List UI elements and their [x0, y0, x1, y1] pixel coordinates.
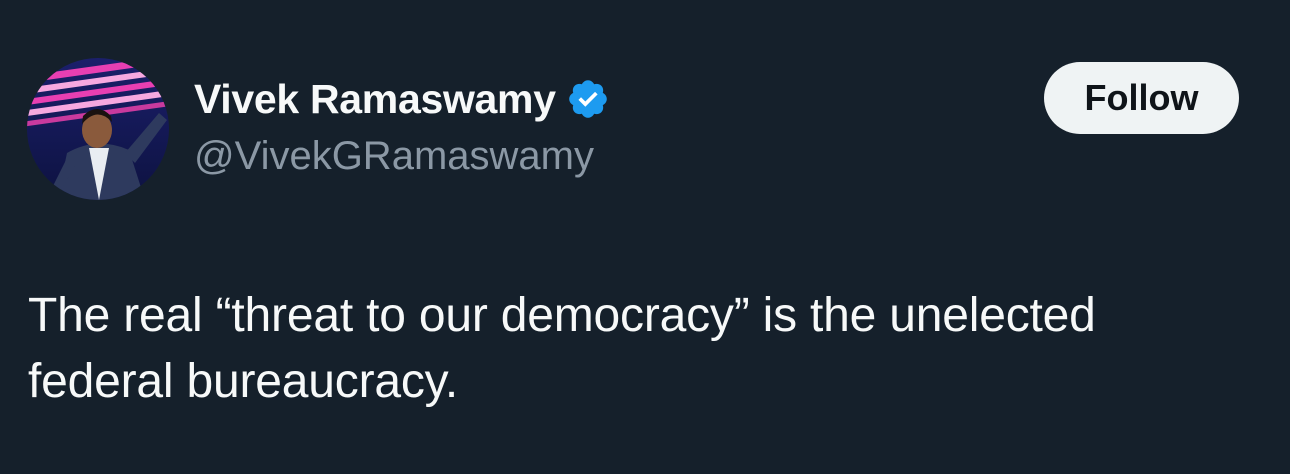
verified-badge-icon[interactable] — [566, 77, 610, 121]
post-text: The real “threat to our democracy” is th… — [28, 289, 1096, 408]
post-card: Vivek Ramaswamy @VivekGRamaswamy Follow … — [0, 0, 1290, 474]
author-name-row: Vivek Ramaswamy — [194, 74, 610, 124]
follow-button[interactable]: Follow — [1044, 62, 1239, 134]
author-handle[interactable]: @VivekGRamaswamy — [194, 134, 594, 179]
avatar[interactable] — [27, 58, 169, 200]
avatar-image — [27, 58, 169, 200]
author-display-name[interactable]: Vivek Ramaswamy — [194, 76, 556, 123]
